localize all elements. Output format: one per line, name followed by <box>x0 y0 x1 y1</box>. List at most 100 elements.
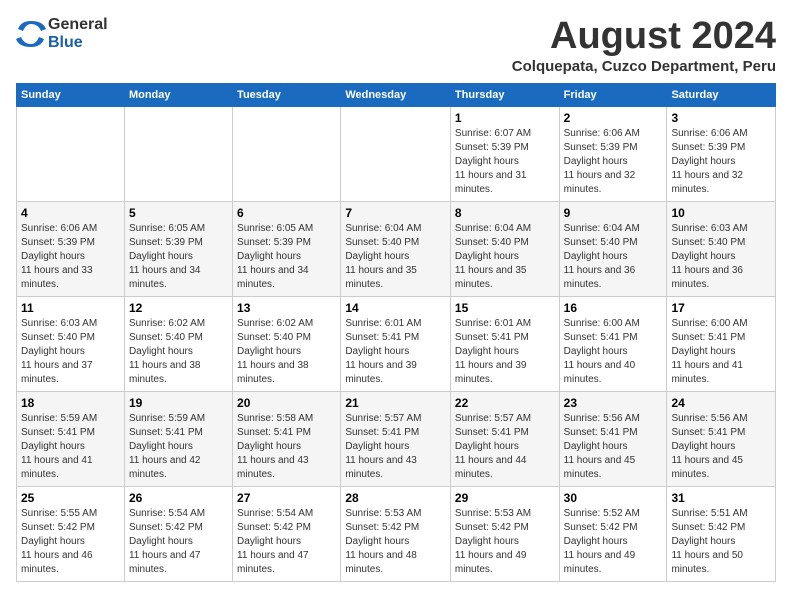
day-number: 11 <box>21 301 120 315</box>
day-info: Sunrise: 5:53 AMSunset: 5:42 PMDaylight … <box>455 507 555 577</box>
sunrise-info: Sunrise: 6:05 AM <box>237 223 313 234</box>
logo: General Blue <box>16 16 108 51</box>
day-info: Sunrise: 6:06 AMSunset: 5:39 PMDaylight … <box>671 127 771 197</box>
day-number: 6 <box>237 206 336 220</box>
sunset-info: Sunset: 5:41 PM <box>345 332 419 343</box>
daylight-label: Daylight hours <box>237 251 301 262</box>
calendar-cell: 26Sunrise: 5:54 AMSunset: 5:42 PMDayligh… <box>124 486 232 581</box>
daylight-label: Daylight hours <box>455 441 519 452</box>
daylight-value: 11 hours and 41 minutes. <box>671 360 743 385</box>
daylight-value: 11 hours and 31 minutes. <box>455 170 527 195</box>
sunrise-info: Sunrise: 5:51 AM <box>671 508 747 519</box>
sunrise-info: Sunrise: 6:01 AM <box>455 318 531 329</box>
day-info: Sunrise: 6:01 AMSunset: 5:41 PMDaylight … <box>455 317 555 387</box>
sunrise-info: Sunrise: 5:59 AM <box>129 413 205 424</box>
daylight-value: 11 hours and 50 minutes. <box>671 550 743 575</box>
day-number: 31 <box>671 491 771 505</box>
daylight-value: 11 hours and 42 minutes. <box>129 455 201 480</box>
daylight-label: Daylight hours <box>455 156 519 167</box>
calendar-cell: 11 Sunrise: 6:03 AMSunset: 5:40 PMDayligh… <box>17 296 125 391</box>
day-number: 7 <box>345 206 446 220</box>
day-number: 9 <box>564 206 663 220</box>
calendar-cell: 19Sunrise: 5:59 AMSunset: 5:41 PMDayligh… <box>124 391 232 486</box>
daylight-label: Daylight hours <box>129 346 193 357</box>
day-info: Sunrise: 6:04 AMSunset: 5:40 PMDaylight … <box>455 222 555 292</box>
daylight-value: 11 hours and 47 minutes. <box>129 550 201 575</box>
daylight-value: 11 hours and 49 minutes. <box>564 550 636 575</box>
day-header-thursday: Thursday <box>450 83 559 106</box>
daylight-label: Daylight hours <box>564 536 628 547</box>
calendar-cell <box>233 106 341 201</box>
calendar-cell: 14Sunrise: 6:01 AMSunset: 5:41 PMDayligh… <box>341 296 451 391</box>
sunrise-info: Sunrise: 5:53 AM <box>455 508 531 519</box>
daylight-value: 11 hours and 45 minutes. <box>671 455 743 480</box>
sunrise-info: Sunrise: 5:53 AM <box>345 508 421 519</box>
sunset-info: Sunset: 5:39 PM <box>564 142 638 153</box>
daylight-value: 11 hours and 38 minutes. <box>237 360 309 385</box>
day-info: Sunrise: 5:54 AMSunset: 5:42 PMDaylight … <box>129 507 228 577</box>
daylight-value: 11 hours and 49 minutes. <box>455 550 527 575</box>
daylight-value: 11 hours and 45 minutes. <box>564 455 636 480</box>
sunrise-info: Sunrise: 5:58 AM <box>237 413 313 424</box>
day-info: Sunrise: 6:06 AMSunset: 5:39 PMDaylight … <box>564 127 663 197</box>
daylight-label: Daylight hours <box>671 251 735 262</box>
day-info: Sunrise: 5:55 AMSunset: 5:42 PMDaylight … <box>21 507 120 577</box>
sunset-info: Sunset: 5:41 PM <box>455 427 529 438</box>
daylight-value: 11 hours and 43 minutes. <box>237 455 309 480</box>
daylight-value: 11 hours and 47 minutes. <box>237 550 309 575</box>
sunrise-info: Sunrise: 5:56 AM <box>671 413 747 424</box>
day-info: Sunrise: 6:06 AMSunset: 5:39 PMDaylight … <box>21 222 120 292</box>
sunrise-info: Sunrise: 5:59 AM <box>21 413 97 424</box>
calendar-cell <box>124 106 232 201</box>
day-info: Sunrise: 5:59 AMSunset: 5:41 PMDaylight … <box>21 412 120 482</box>
day-number: 16 <box>564 301 663 315</box>
logo-icon <box>16 19 46 49</box>
daylight-value: 11 hours and 32 minutes. <box>564 170 636 195</box>
calendar-cell: 2 Sunrise: 6:06 AMSunset: 5:39 PMDaylight… <box>559 106 667 201</box>
sunrise-info: Sunrise: 5:52 AM <box>564 508 640 519</box>
sunset-info: Sunset: 5:42 PM <box>345 522 419 533</box>
calendar-cell: 8Sunrise: 6:04 AMSunset: 5:40 PMDaylight… <box>450 201 559 296</box>
sunrise-info: Sunrise: 5:55 AM <box>21 508 97 519</box>
day-number: 2 <box>564 111 663 125</box>
daylight-value: 11 hours and 43 minutes. <box>345 455 417 480</box>
daylight-label: Daylight hours <box>455 536 519 547</box>
calendar-cell: 15Sunrise: 6:01 AMSunset: 5:41 PMDayligh… <box>450 296 559 391</box>
sunrise-info: Sunrise: 6:03 AM <box>21 318 97 329</box>
day-number: 1 <box>455 111 555 125</box>
calendar-cell: 16Sunrise: 6:00 AMSunset: 5:41 PMDayligh… <box>559 296 667 391</box>
day-number: 29 <box>455 491 555 505</box>
daylight-value: 11 hours and 39 minutes. <box>345 360 417 385</box>
sunset-info: Sunset: 5:40 PM <box>129 332 203 343</box>
day-number: 5 <box>129 206 228 220</box>
header: General Blue August 2024 Colquepata, Cuz… <box>16 16 776 75</box>
daylight-label: Daylight hours <box>21 251 85 262</box>
daylight-value: 11 hours and 32 minutes. <box>671 170 743 195</box>
day-header-wednesday: Wednesday <box>341 83 451 106</box>
logo-general: General <box>48 16 108 34</box>
day-info: Sunrise: 6:03 AMSunset: 5:40 PMDaylight … <box>21 317 120 387</box>
day-info: Sunrise: 5:58 AMSunset: 5:41 PMDaylight … <box>237 412 336 482</box>
day-number: 23 <box>564 396 663 410</box>
daylight-value: 11 hours and 33 minutes. <box>21 265 93 290</box>
sunrise-info: Sunrise: 6:05 AM <box>129 223 205 234</box>
day-number: 12 <box>129 301 228 315</box>
sunset-info: Sunset: 5:42 PM <box>237 522 311 533</box>
daylight-value: 11 hours and 34 minutes. <box>129 265 201 290</box>
sunrise-info: Sunrise: 6:00 AM <box>671 318 747 329</box>
daylight-value: 11 hours and 35 minutes. <box>455 265 527 290</box>
daylight-value: 11 hours and 37 minutes. <box>21 360 93 385</box>
sunrise-info: Sunrise: 5:57 AM <box>455 413 531 424</box>
day-number: 24 <box>671 396 771 410</box>
sunset-info: Sunset: 5:41 PM <box>671 332 745 343</box>
calendar-cell: 23Sunrise: 5:56 AMSunset: 5:41 PMDayligh… <box>559 391 667 486</box>
sunset-info: Sunset: 5:40 PM <box>455 237 529 248</box>
sunset-info: Sunset: 5:41 PM <box>564 332 638 343</box>
page-title: August 2024 <box>512 16 776 58</box>
sunrise-info: Sunrise: 6:04 AM <box>455 223 531 234</box>
daylight-value: 11 hours and 46 minutes. <box>21 550 93 575</box>
day-header-tuesday: Tuesday <box>233 83 341 106</box>
sunset-info: Sunset: 5:39 PM <box>455 142 529 153</box>
sunset-info: Sunset: 5:40 PM <box>345 237 419 248</box>
daylight-label: Daylight hours <box>345 441 409 452</box>
